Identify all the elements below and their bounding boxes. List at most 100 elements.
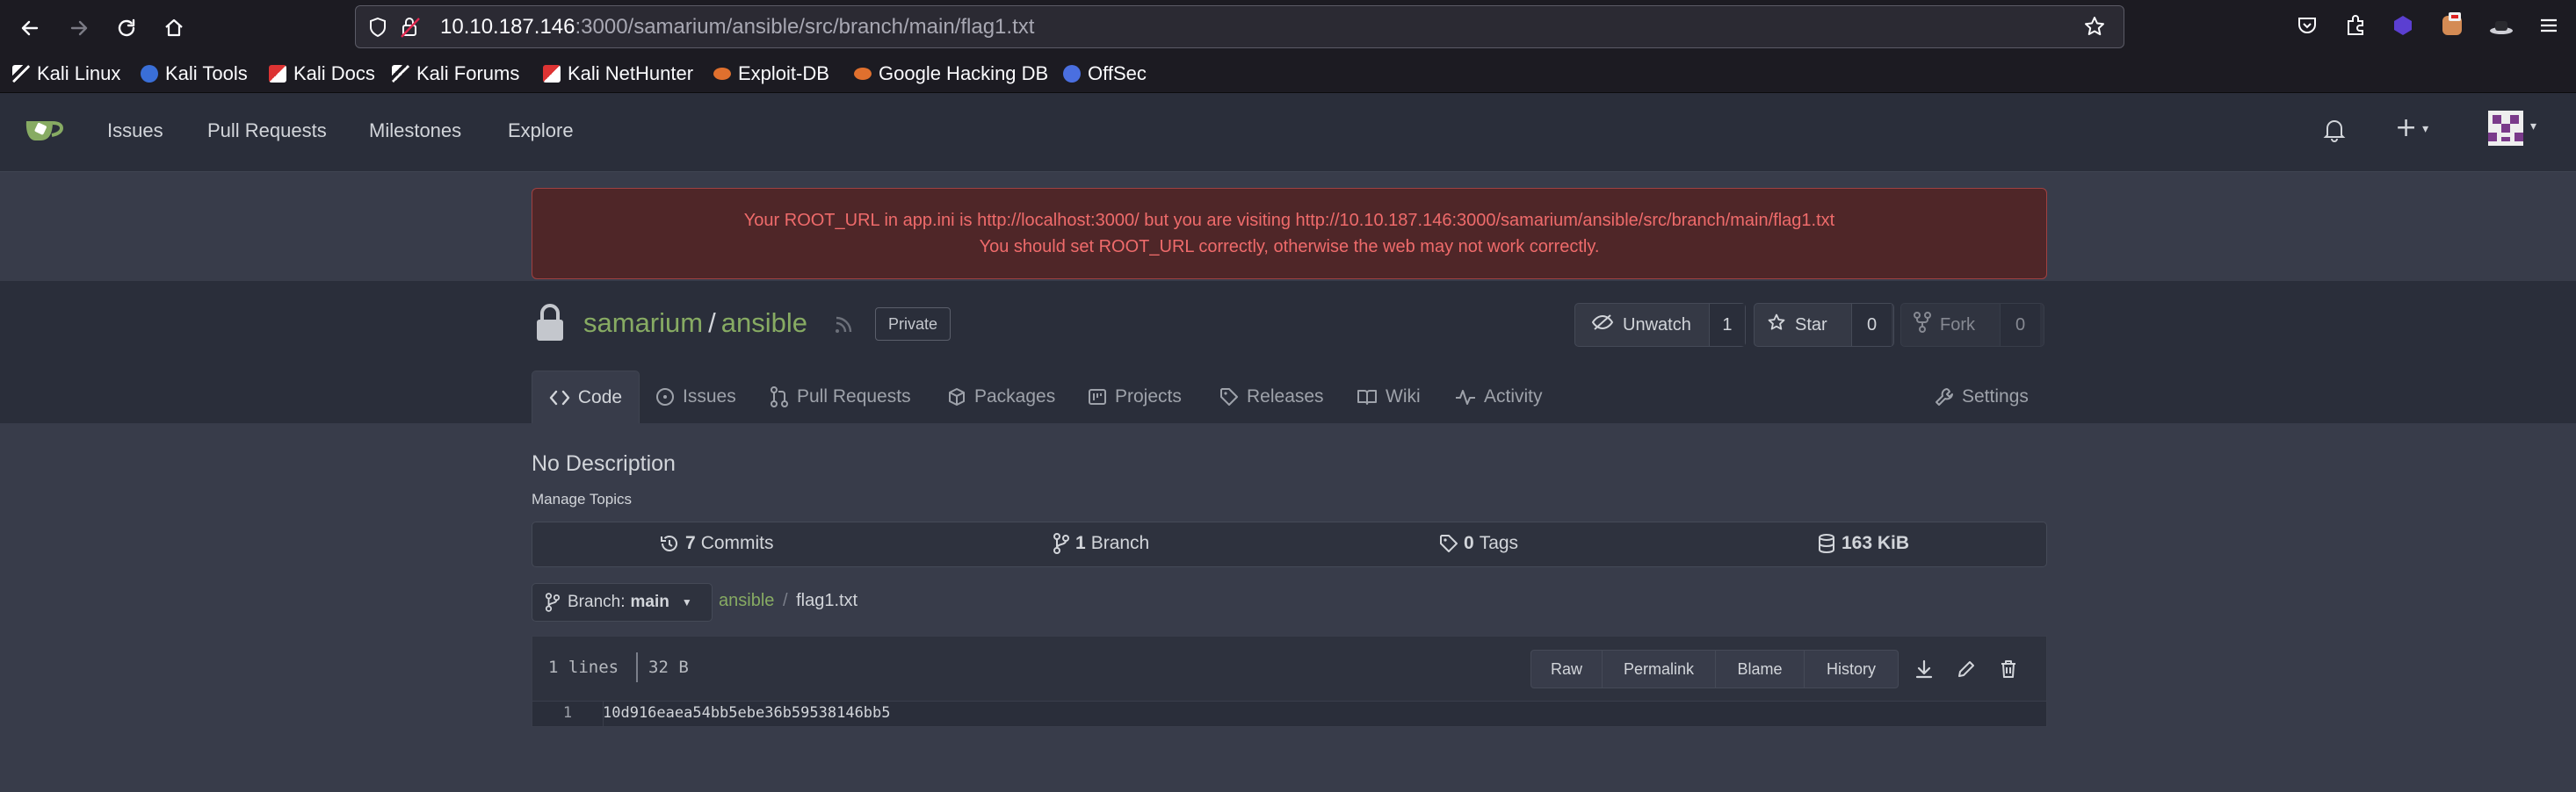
exploit-db-icon <box>713 68 731 80</box>
gitea-logo-icon[interactable] <box>23 112 67 151</box>
branch-label: Branch <box>1090 533 1150 553</box>
fork-button[interactable]: Fork 0 <box>1900 303 2044 347</box>
tab-issues[interactable]: Issues <box>655 371 736 423</box>
manage-topics-link[interactable]: Manage Topics <box>532 491 632 508</box>
url-text[interactable]: 10.10.187.146:3000/samarium/ansible/src/… <box>440 15 1034 40</box>
star-count[interactable]: 0 <box>1851 304 1892 346</box>
nav-milestones[interactable]: Milestones <box>369 119 461 142</box>
tags-stat[interactable]: 0 Tags <box>1439 533 1518 554</box>
bookmark-kali-tools[interactable]: Kali Tools <box>141 60 248 88</box>
repo-title-separator: / <box>708 307 716 338</box>
create-new-plus-button[interactable]: + ▾ <box>2395 112 2428 143</box>
tab-activity[interactable]: Activity <box>1455 371 1543 423</box>
raw-button[interactable]: Raw <box>1530 650 1603 688</box>
bookmark-label: Kali NetHunter <box>568 62 694 84</box>
private-lock-icon <box>532 302 568 346</box>
fork-icon <box>1914 312 1931 338</box>
kali-nethunter-icon <box>543 65 561 83</box>
caret-down-icon: ▾ <box>2530 119 2537 133</box>
tab-label: Pull Requests <box>797 386 911 407</box>
url-bar[interactable]: 10.10.187.146:3000/samarium/ansible/src/… <box>355 5 2124 48</box>
eye-slash-icon <box>1591 313 1614 336</box>
bookmark-google-hacking-db[interactable]: Google Hacking DB <box>854 60 1048 88</box>
rss-icon[interactable] <box>833 314 854 339</box>
warning-line-2: You should set ROOT_URL correctly, other… <box>979 237 1600 256</box>
tab-packages[interactable]: Packages <box>947 371 1055 423</box>
kali-dragon-icon <box>12 65 30 83</box>
breadcrumb-repo-link[interactable]: ansible <box>719 591 774 610</box>
unwatch-button[interactable]: Unwatch 1 <box>1574 303 1746 347</box>
insecure-lock-icon[interactable] <box>400 16 421 42</box>
extensions-icon[interactable] <box>2344 14 2367 40</box>
bookmark-kali-nethunter[interactable]: Kali NetHunter <box>543 60 693 88</box>
back-icon[interactable] <box>12 11 47 46</box>
branch-prefix: Branch: <box>568 593 626 611</box>
repo-owner-link[interactable]: samarium <box>583 307 703 338</box>
download-icon[interactable] <box>1910 655 1938 683</box>
branches-stat[interactable]: 1 Branch <box>1053 533 1149 554</box>
home-icon[interactable] <box>156 11 192 46</box>
breadcrumb-separator: / <box>782 591 788 610</box>
repo-name-link[interactable]: ansible <box>721 307 807 338</box>
shield-icon[interactable] <box>368 17 387 41</box>
nav-issues[interactable]: Issues <box>107 119 163 142</box>
fork-count[interactable]: 0 <box>2000 304 2040 346</box>
package-icon <box>949 388 965 406</box>
nav-explore[interactable]: Explore <box>508 119 574 142</box>
bookmark-kali-docs[interactable]: Kali Docs <box>269 60 375 88</box>
branch-icon <box>1053 533 1069 554</box>
bookmark-label: OffSec <box>1088 62 1147 84</box>
history-button[interactable]: History <box>1804 650 1899 688</box>
line-number[interactable]: 1 <box>532 704 603 722</box>
forward-icon[interactable] <box>62 11 97 46</box>
blame-button[interactable]: Blame <box>1715 650 1805 688</box>
root-url-warning: Your ROOT_URL in app.ini is http://local… <box>532 188 2047 279</box>
tab-settings[interactable]: Settings <box>1935 371 2029 423</box>
star-button[interactable]: Star 0 <box>1754 303 1894 347</box>
extension-hex-icon[interactable] <box>2391 14 2414 40</box>
tab-label: Activity <box>1484 386 1543 407</box>
bookmark-kali-linux[interactable]: Kali Linux <box>12 60 120 88</box>
app-menu-icon[interactable] <box>2537 14 2560 40</box>
caret-down-icon: ▾ <box>2422 121 2429 136</box>
reload-icon[interactable] <box>109 11 144 46</box>
bookmark-label: Kali Tools <box>165 62 248 84</box>
edit-pencil-icon[interactable] <box>1952 655 1980 683</box>
tab-label: Wiki <box>1386 386 1421 407</box>
bookmark-exploit-db[interactable]: Exploit-DB <box>713 60 829 88</box>
issue-icon <box>656 388 674 406</box>
bookmark-kali-forums[interactable]: Kali Forums <box>392 60 519 88</box>
plus-glyph: + <box>2395 112 2418 143</box>
branch-selector[interactable]: Branch: main ▼ <box>532 583 713 622</box>
permalink-button[interactable]: Permalink <box>1602 650 1716 688</box>
user-avatar[interactable]: ▾ <box>2488 111 2536 149</box>
tab-label: Issues <box>683 386 736 407</box>
file-code-view: 1 10d916eaea54bb5ebe36b59538146bb5 <box>532 701 2047 727</box>
tab-wiki[interactable]: Wiki <box>1357 371 1421 423</box>
repo-stats-bar: 7 Commits 1 Branch 0 Tags 163 KiB <box>532 522 2047 567</box>
extension-hat-icon[interactable] <box>2488 16 2514 40</box>
extension-fox-icon[interactable] <box>2439 11 2465 42</box>
bookmark-offsec[interactable]: OffSec <box>1063 60 1147 88</box>
repo-size: 163 KiB <box>1842 533 1910 553</box>
notifications-bell-icon[interactable] <box>2323 118 2346 146</box>
bookmark-star-icon[interactable] <box>2083 15 2106 41</box>
ghdb-icon <box>854 68 872 80</box>
url-path: :3000/samarium/ansible/src/branch/main/f… <box>575 15 1035 39</box>
offsec-icon <box>1063 65 1081 83</box>
tab-code[interactable]: Code <box>532 371 640 423</box>
watch-count[interactable]: 1 <box>1708 304 1745 346</box>
tab-pull-requests[interactable]: Pull Requests <box>770 371 911 423</box>
tab-releases[interactable]: Releases <box>1219 371 1324 423</box>
commits-stat[interactable]: 7 Commits <box>659 533 774 554</box>
nav-pull-requests[interactable]: Pull Requests <box>207 119 327 142</box>
pocket-icon[interactable] <box>2296 14 2319 40</box>
tab-projects[interactable]: Projects <box>1088 371 1182 423</box>
code-icon <box>549 390 570 405</box>
tag-icon <box>1440 535 1458 552</box>
trash-icon[interactable] <box>1994 655 2022 683</box>
project-icon <box>1089 389 1106 405</box>
bookmarks-bar: Kali Linux Kali Tools Kali Docs Kali For… <box>0 54 2576 93</box>
visibility-badge: Private <box>875 307 952 341</box>
branch-name: main <box>630 593 669 611</box>
